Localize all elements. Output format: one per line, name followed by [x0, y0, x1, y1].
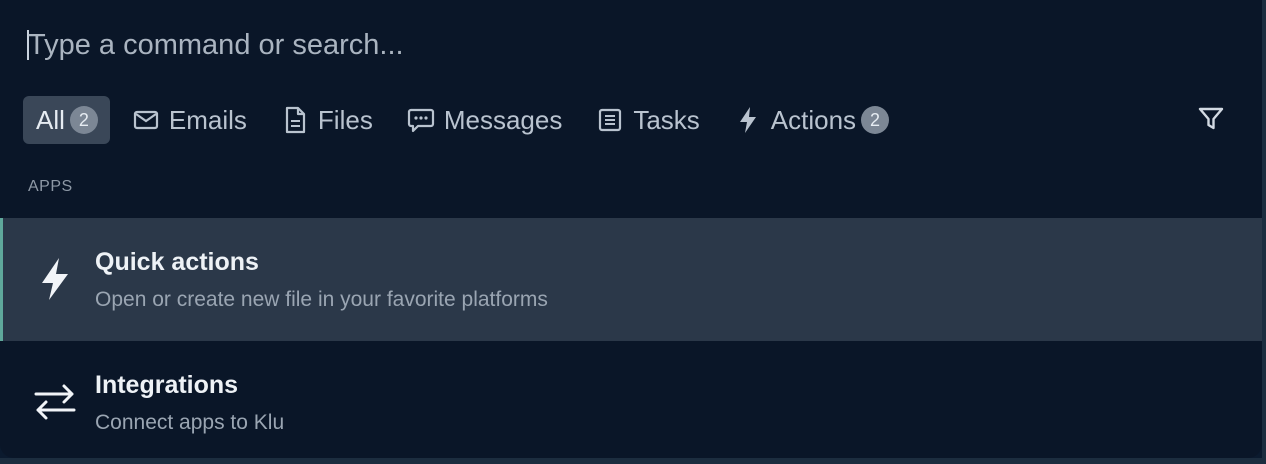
filter-tabs: All 2 Emails Files Messages Tasks Action… — [23, 96, 923, 144]
list-icon — [596, 106, 624, 134]
filter-tab-label: Emails — [168, 104, 247, 135]
filter-tab-label: Messages — [443, 104, 563, 135]
filter-tab-label: Actions — [770, 104, 857, 135]
mail-icon — [132, 106, 160, 134]
filter-tab-all[interactable]: All 2 — [23, 96, 110, 144]
result-title: Quick actions — [95, 248, 259, 276]
command-palette: All 2 Emails Files — [0, 0, 1262, 458]
lightning-icon — [30, 254, 80, 304]
file-icon — [281, 106, 309, 134]
filter-tab-emails[interactable]: Emails — [132, 96, 247, 144]
swap-arrows-icon — [30, 377, 80, 427]
filter-tab-label: All — [36, 104, 65, 135]
search-bar — [0, 0, 1262, 88]
lightning-icon — [734, 106, 762, 134]
result-title: Integrations — [95, 371, 239, 399]
window-frame — [1262, 0, 1266, 464]
result-subtitle: Open or create new file in your favorite… — [95, 288, 548, 311]
filter-tab-actions[interactable]: Actions 2 — [734, 96, 890, 144]
section-heading: APPS — [28, 178, 73, 195]
filter-button[interactable] — [1194, 104, 1228, 138]
count-badge: 2 — [69, 106, 98, 134]
filter-tab-messages[interactable]: Messages — [407, 96, 563, 144]
result-item-quick-actions[interactable]: Quick actions Open or create new file in… — [0, 218, 1262, 341]
message-icon — [407, 106, 435, 134]
filter-tab-tasks[interactable]: Tasks — [596, 96, 700, 144]
command-search-input[interactable] — [28, 24, 1208, 66]
filter-tab-label: Tasks — [633, 104, 700, 135]
window-frame — [0, 458, 1266, 464]
result-item-integrations[interactable]: Integrations Connect apps to Klu — [0, 341, 1262, 458]
filter-tab-files[interactable]: Files — [281, 96, 373, 144]
result-subtitle: Connect apps to Klu — [95, 411, 285, 434]
count-badge: 2 — [861, 106, 890, 134]
funnel-icon — [1197, 105, 1225, 138]
filter-tab-label: Files — [317, 104, 373, 135]
